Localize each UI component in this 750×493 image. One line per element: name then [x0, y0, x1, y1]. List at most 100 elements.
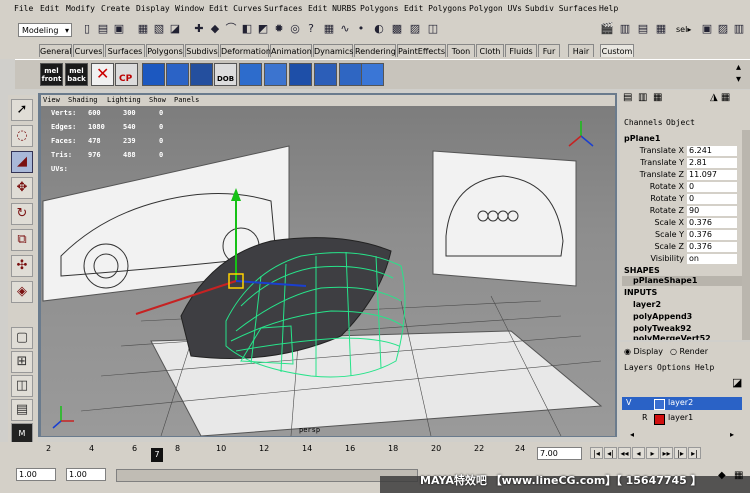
channel-box-icon[interactable]: ▤ — [623, 92, 632, 103]
select-component-icon[interactable]: ◪ — [168, 22, 182, 36]
shape-row[interactable]: pPlaneShape1 — [622, 276, 742, 286]
layer-row[interactable]: R layer1 — [622, 412, 742, 425]
shelf-tab-custom[interactable]: Custom — [600, 44, 634, 57]
attr-translate-z[interactable]: Translate Z 11.097 — [628, 170, 740, 181]
mask-curves-icon[interactable]: ⌒ — [224, 22, 238, 36]
layout-four-icon[interactable]: ⊞ — [11, 351, 33, 373]
mode-selector[interactable]: Modeling ▾ — [18, 23, 72, 37]
shelf-scroll-up-icon[interactable]: ▴ — [736, 62, 741, 73]
auto-key-icon[interactable]: ◆ — [718, 470, 726, 481]
channel-box-toggle-icon[interactable]: ▥ — [732, 22, 746, 36]
snap-point-icon[interactable]: • — [354, 22, 368, 36]
new-layer-icon[interactable]: ◪ — [732, 376, 742, 389]
attr-visibility[interactable]: Visibility on — [628, 254, 740, 265]
layers-help-menu[interactable]: Help — [695, 363, 714, 372]
poly-tool-7-icon[interactable] — [314, 63, 337, 86]
shelf-tab-dynamics[interactable]: Dynamics — [313, 44, 353, 57]
dob-button[interactable]: DOB — [214, 63, 237, 86]
mask-deform-icon[interactable]: ◩ — [256, 22, 270, 36]
display-radio[interactable]: ◉ Display — [624, 347, 663, 356]
layer-scroll-left-icon[interactable]: ◂ — [630, 430, 634, 439]
render-icon[interactable]: ▩ — [390, 22, 404, 36]
shelf-tab-toon[interactable]: Toon — [447, 44, 475, 57]
shelf-tab-fluids[interactable]: Fluids — [505, 44, 537, 57]
layer-scroll-right-icon[interactable]: ▸ — [730, 430, 734, 439]
menu-edit-nurbs[interactable]: Edit NURBS — [308, 4, 356, 13]
step-back-icon[interactable]: ◂| — [604, 447, 617, 459]
object-name[interactable]: pPlane1 — [624, 134, 660, 143]
mel-back-button[interactable]: mel back — [65, 63, 88, 86]
mask-surfaces-icon[interactable]: ◧ — [240, 22, 254, 36]
layout-single-icon[interactable]: ▢ — [11, 327, 33, 349]
shelf-scroll-down-icon[interactable]: ▾ — [736, 74, 741, 85]
ipr-render-icon[interactable]: ▨ — [408, 22, 422, 36]
time-slider[interactable]: 2 4 6 8 10 12 14 16 18 20 22 24 7 7.00 |… — [0, 442, 750, 464]
render-radio[interactable]: ○ Render — [670, 347, 708, 356]
shelf-tab-curves[interactable]: Curves — [73, 44, 104, 57]
menu-subdiv-surfaces[interactable]: Subdiv Surfaces — [525, 4, 597, 13]
attr-rotate-y[interactable]: Rotate Y0 — [628, 194, 740, 205]
current-frame-marker[interactable]: 7 — [151, 448, 163, 462]
shelf-tab-painteffects[interactable]: PaintEffects — [397, 44, 446, 57]
paint-select-tool-icon[interactable]: ◢ — [11, 151, 33, 173]
snap-grid-icon[interactable]: ▦ — [322, 22, 336, 36]
lasso-tool-icon[interactable]: ◌ — [11, 125, 33, 147]
perspective-viewport[interactable]: Verts: 600 300 0 Edges: 1080 540 0 Faces… — [41, 106, 615, 436]
input-item[interactable]: polyMergeVert52 — [633, 334, 711, 340]
shelf-tab-subdivs[interactable]: Subdivs — [185, 44, 219, 57]
attr-rotate-x[interactable]: Rotate X0 — [628, 182, 740, 193]
layout-two-icon[interactable]: ◫ — [11, 375, 33, 397]
menu-help[interactable]: Help — [599, 4, 618, 13]
history-icon[interactable]: ◐ — [372, 22, 386, 36]
poly-tool-9-icon[interactable] — [361, 63, 384, 86]
select-tool-icon[interactable]: ➚ — [11, 99, 33, 121]
layer-color-swatch[interactable] — [654, 399, 665, 410]
shelf-tab-surfaces[interactable]: Surfaces — [105, 44, 145, 57]
input-item[interactable]: polyTweak92 — [633, 324, 691, 333]
menu-window[interactable]: Window — [175, 4, 204, 13]
poly-tool-4-icon[interactable] — [239, 63, 262, 86]
current-time-field[interactable]: 7.00 — [537, 447, 582, 460]
scale-tool-icon[interactable]: ⧉ — [11, 229, 33, 251]
shelf-tab-polygons[interactable]: Polygons — [146, 44, 184, 57]
mask-joints-icon[interactable]: ◆ — [208, 22, 222, 36]
attr-scale-y[interactable]: Scale Y 0.376 — [628, 230, 740, 241]
menu-file[interactable]: File — [14, 4, 33, 13]
menu-edit-curves[interactable]: Edit Curves — [209, 4, 262, 13]
channel-tab-channels[interactable]: Channels — [624, 118, 663, 127]
poly-tool-6-icon[interactable] — [289, 63, 312, 86]
attr-scale-z[interactable]: Scale Z 0.376 — [628, 242, 740, 253]
attr-translate-x[interactable]: Translate X 6.241 — [628, 146, 740, 157]
input-item[interactable]: polyAppend3 — [633, 312, 692, 321]
poly-tool-3-icon[interactable] — [190, 63, 213, 86]
select-hierarchy-icon[interactable]: ▦ — [136, 22, 150, 36]
menu-display[interactable]: Display — [136, 4, 170, 13]
new-scene-icon[interactable]: ▯ — [80, 22, 94, 36]
clapper-icon[interactable]: 🎬 — [600, 22, 614, 36]
snap-curve-icon[interactable]: ∿ — [338, 22, 352, 36]
start-time-field[interactable]: 1.00 — [16, 468, 56, 481]
last-tool-icon[interactable]: ◈ — [11, 281, 33, 303]
selection-input-label[interactable]: sel▸ — [676, 25, 691, 34]
open-scene-icon[interactable]: ▤ — [96, 22, 110, 36]
play-backward-icon[interactable]: ◂ — [632, 447, 645, 459]
preferences-icon[interactable]: ▦ — [734, 470, 743, 481]
next-key-icon[interactable]: ▸▸ — [660, 447, 673, 459]
menu-surfaces[interactable]: Surfaces — [264, 4, 303, 13]
render-globals-icon[interactable]: ◫ — [426, 22, 440, 36]
attr-translate-y[interactable]: Translate Y 2.81 — [628, 158, 740, 169]
menu-edit-polygons[interactable]: Edit Polygons — [404, 4, 467, 13]
time-ruler[interactable]: 2 4 6 8 10 12 14 16 18 20 22 24 7 — [18, 442, 530, 462]
channel-tab-object[interactable]: Object — [666, 118, 695, 127]
layers-menu[interactable]: Layers — [624, 363, 653, 372]
poly-tool-2-icon[interactable] — [166, 63, 189, 86]
shelf-tab-animation[interactable]: Animation — [270, 44, 312, 57]
shelf-tab-hair[interactable]: Hair — [568, 44, 594, 57]
rotate-tool-icon[interactable]: ↻ — [11, 203, 33, 225]
panel-menu-panels[interactable]: Panels — [174, 96, 199, 104]
shelf-tab-cloth[interactable]: Cloth — [476, 44, 504, 57]
panel-menu-show[interactable]: Show — [149, 96, 166, 104]
select-object-icon[interactable]: ▧ — [152, 22, 166, 36]
layers-options-menu[interactable]: Options — [657, 363, 691, 372]
shelf-tab-deformation[interactable]: Deformation — [220, 44, 271, 57]
